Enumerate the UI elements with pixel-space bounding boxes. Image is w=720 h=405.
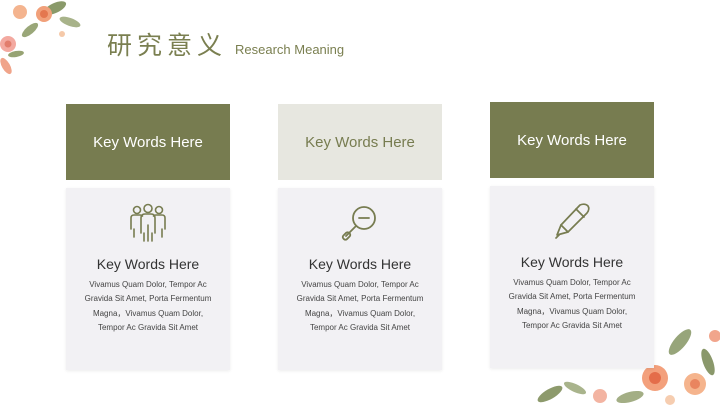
card-2-text: Vivamus Quam Dolor, Tempor Ac Gravida Si… xyxy=(296,280,424,332)
pen-icon xyxy=(555,203,590,239)
floral-decoration-top-left xyxy=(0,1,81,75)
title-chinese: 研究意义 xyxy=(107,31,228,60)
card-2-header: Key Words Here xyxy=(278,104,442,180)
card-3-body: Key Words Here Vivamus Quam Dolor, Tempo… xyxy=(490,186,654,368)
card-1-header: Key Words Here xyxy=(66,104,230,180)
card-3-title: Key Words Here xyxy=(520,254,624,270)
page-title: 研究意义 Research Meaning xyxy=(107,26,344,62)
card-3-header-label: Key Words Here xyxy=(517,131,627,149)
card-1-header-label: Key Words Here xyxy=(93,133,203,151)
card-3-text: Vivamus Quam Dolor, Tempor Ac Gravida Si… xyxy=(508,278,636,330)
people-group-icon xyxy=(130,203,166,242)
card-3-header: Key Words Here xyxy=(490,102,654,178)
slide: 研究意义 Research Meaning Key Words Here Key… xyxy=(0,0,720,405)
title-english: Research Meaning xyxy=(235,42,345,57)
card-1-body: Key Words Here Vivamus Quam Dolor, Tempo… xyxy=(66,188,230,370)
card-2-header-label: Key Words Here xyxy=(305,133,415,151)
card-2-title: Key Words Here xyxy=(308,256,412,272)
card-2-body: Key Words Here Vivamus Quam Dolor, Tempo… xyxy=(278,188,442,370)
card-1-text: Vivamus Quam Dolor, Tempor Ac Gravida Si… xyxy=(84,280,212,332)
card-1-title: Key Words Here xyxy=(96,256,200,272)
magnifier-icon xyxy=(341,206,376,241)
